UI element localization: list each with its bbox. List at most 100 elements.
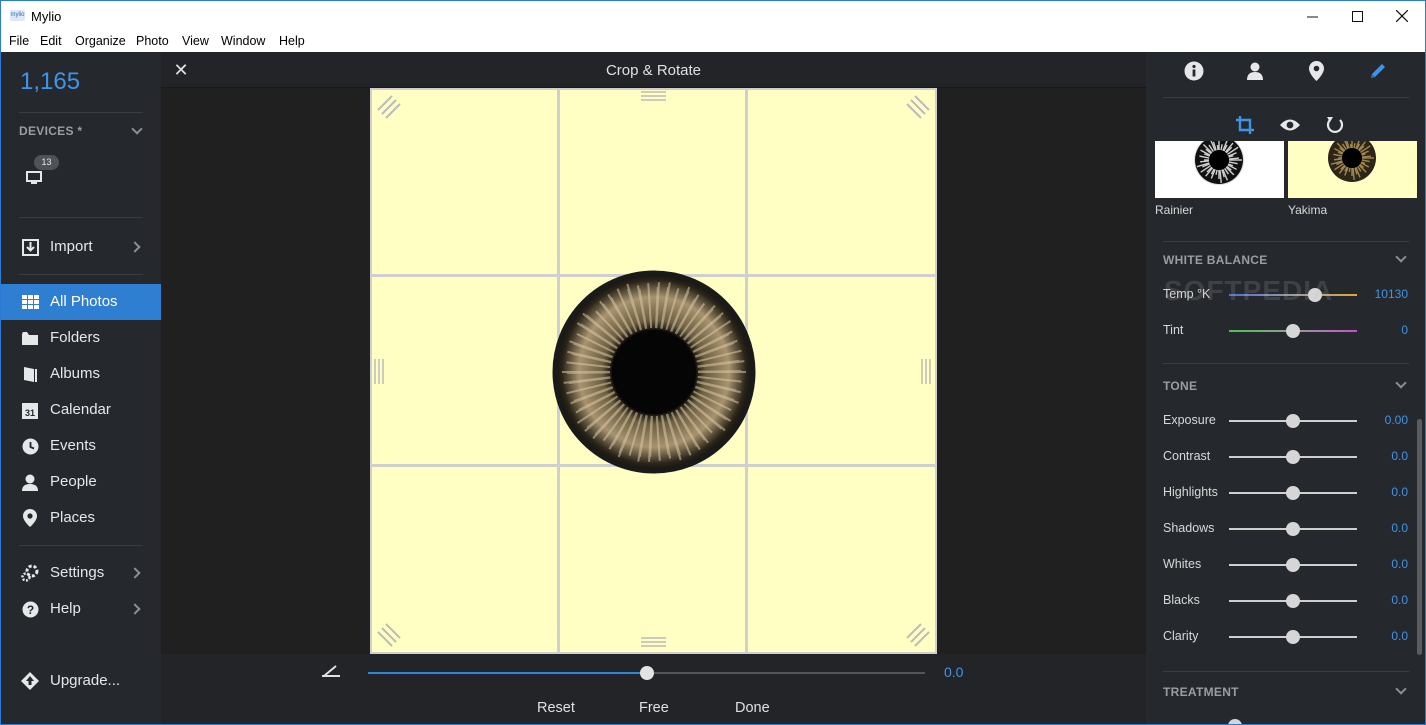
sidebar-item-upgrade[interactable]: Upgrade... [1,663,161,699]
app-window: mylio Mylio File Edit Organize Photo Vie… [0,0,1426,725]
crop-corner-handle[interactable] [376,94,402,120]
computer-device-icon[interactable] [26,171,42,190]
crop-edge-handle[interactable] [641,636,666,650]
slider-label: Whites [1163,557,1202,571]
chevron-right-icon [129,567,141,579]
slider-thumb[interactable] [1286,630,1300,644]
slider-value[interactable]: 0 [1401,323,1408,337]
sidebar-item-import[interactable]: Import [1,229,161,265]
photo-canvas[interactable] [370,88,937,654]
menu-organize[interactable]: Organize [75,34,126,48]
sidebar-item-label: All Photos [50,293,118,310]
slider-row-contrast: Contrast 0.0 [1146,447,1425,467]
sidebar-item-label: Albums [50,365,101,382]
devices-label[interactable]: DEVICES * [19,124,82,138]
upgrade-icon [21,672,39,690]
slider-label: Clarity [1163,629,1199,643]
devices-chevron-icon[interactable] [131,123,143,135]
sidebar-item-label: Upgrade... [50,672,121,689]
slider-value[interactable]: 0.0 [1391,485,1408,499]
crop-corner-handle[interactable] [376,622,402,648]
slider-value[interactable]: 0.0 [1391,449,1408,463]
chevron-down-icon[interactable] [1395,377,1407,389]
menu-window[interactable]: Window [221,34,265,48]
preset-thumbnail-rainier[interactable] [1155,141,1284,198]
rotation-slider-thumb[interactable] [639,666,654,680]
divider [19,274,143,275]
menu-edit[interactable]: Edit [40,34,62,48]
slider-row-highlights: Highlights 0.0 [1146,483,1425,503]
close-window-button[interactable] [1379,1,1425,31]
divider [1163,241,1409,242]
sidebar-item-calendar[interactable]: 31 Calendar [1,392,161,428]
treatment-header[interactable]: TREATMENT [1163,685,1239,699]
slider-value[interactable]: 10130 [1375,287,1408,301]
slider-value[interactable]: 0.00 [1385,413,1408,427]
preset-label-rainier: Rainier [1155,203,1194,217]
sidebar-item-people[interactable]: People [1,464,161,500]
reset-button[interactable]: Reset [537,700,575,716]
slider-thumb[interactable] [1286,522,1300,536]
pin-icon [21,509,39,527]
straighten-icon[interactable] [321,664,341,678]
calendar-day: 31 [25,408,35,418]
photo-count[interactable]: 1,165 [20,68,80,96]
maximize-button[interactable] [1334,1,1380,31]
crop-corner-handle[interactable] [905,94,931,120]
slider-label: Contrast [1163,449,1211,463]
slider-thumb[interactable] [1286,414,1300,428]
sidebar-item-label: Calendar [50,401,111,418]
crop-edge-handle[interactable] [920,359,934,384]
slider-thumb[interactable] [1286,450,1300,464]
info-icon[interactable] [1183,60,1205,82]
sidebar-item-help[interactable]: ? Help [1,591,161,627]
slider-thumb[interactable] [1228,719,1242,724]
calendar-icon: 31 [21,401,39,419]
slider-thumb[interactable] [1286,486,1300,500]
sidebar-item-folders[interactable]: Folders [1,320,161,356]
sidebar-item-albums[interactable]: Albums [1,356,161,392]
crop-edge-handle[interactable] [373,359,387,384]
done-button[interactable]: Done [735,700,770,716]
menu-help[interactable]: Help [279,34,305,48]
panel-scrollbar[interactable] [1417,419,1422,655]
minimize-button[interactable] [1289,1,1335,31]
preset-thumbnail-yakima[interactable] [1288,141,1417,198]
slider-value[interactable]: 0.0 [1391,629,1408,643]
slider-row-tint: Tint 0 [1146,321,1425,341]
sidebar-item-events[interactable]: Events [1,428,161,464]
edit-pencil-icon[interactable] [1367,60,1389,82]
crop-corner-handle[interactable] [905,622,931,648]
sidebar-item-settings[interactable]: Settings [1,555,161,591]
slider-row-whites: Whites 0.0 [1146,555,1425,575]
grid-icon [21,293,39,311]
sidebar-item-all-photos[interactable]: All Photos [1,284,161,320]
slider-value[interactable]: 0.0 [1391,593,1408,607]
sidebar-item-label: Help [50,600,81,617]
menu-view[interactable]: View [182,34,209,48]
tone-header[interactable]: TONE [1163,379,1197,393]
location-icon[interactable] [1305,60,1327,82]
chevron-down-icon[interactable] [1395,251,1407,263]
sidebar-item-label: Events [50,437,96,454]
menu-file[interactable]: File [9,34,29,48]
slider-value[interactable]: 0.0 [1391,557,1408,571]
minimize-icon [1306,16,1318,17]
chevron-down-icon[interactable] [1395,683,1407,695]
slider-thumb[interactable] [1286,558,1300,572]
slider-thumb[interactable] [1286,324,1300,338]
slider-thumb[interactable] [1286,594,1300,608]
menu-photo[interactable]: Photo [136,34,169,48]
sidebar-item-places[interactable]: Places [1,500,161,536]
crop-edge-handle[interactable] [641,90,666,104]
free-aspect-button[interactable]: Free [639,700,669,716]
person-icon[interactable] [1244,60,1266,82]
chevron-right-icon [129,603,141,615]
eye-icon[interactable] [1279,114,1301,136]
white-balance-header[interactable]: WHITE BALANCE [1163,253,1268,267]
slider-value[interactable]: 0.0 [1391,521,1408,535]
rotate-icon[interactable] [1324,114,1346,136]
divider [19,112,143,113]
eye-iris-image [552,270,756,474]
crop-icon[interactable] [1234,114,1256,136]
